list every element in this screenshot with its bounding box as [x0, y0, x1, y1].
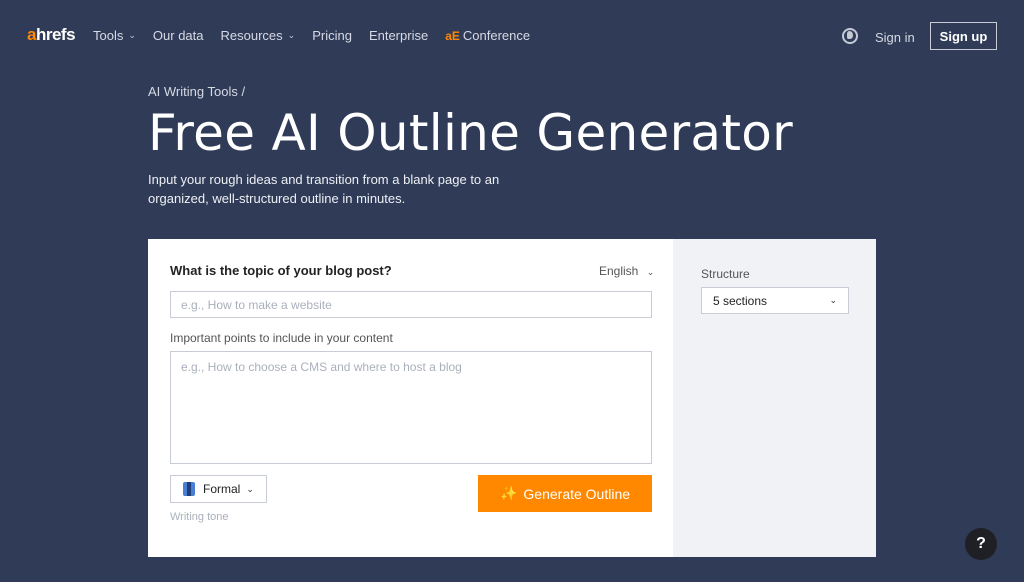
page-subtitle: Input your rough ideas and transition fr… [148, 172, 500, 206]
chevron-down-icon: ⌄ [829, 295, 837, 305]
generate-outline-button[interactable]: ✨ Generate Outline [478, 475, 652, 512]
nav-resources[interactable]: Resources ⌄ [221, 28, 296, 43]
sign-up-button[interactable]: Sign up [930, 22, 997, 50]
chevron-down-icon: ⌄ [646, 267, 655, 277]
points-textarea[interactable] [170, 351, 652, 464]
nav-pricing[interactable]: Pricing [312, 28, 352, 43]
globe-icon[interactable] [842, 28, 858, 44]
nav-conference[interactable]: aE Conference [445, 28, 530, 43]
nav-enterprise[interactable]: Enterprise [369, 28, 428, 43]
outline-generator-card: What is the topic of your blog post? Eng… [148, 239, 876, 557]
conference-icon: aE [445, 28, 460, 43]
necktie-icon [183, 482, 195, 496]
writing-tone-label: Writing tone [170, 511, 229, 523]
nav-tools[interactable]: Tools ⌄ [93, 28, 136, 43]
sparkle-icon: ✨ [499, 485, 518, 501]
page-title: Free AI Outline Generator [148, 104, 794, 162]
writing-tone-select[interactable]: Formal ⌄ [170, 475, 267, 503]
sign-in-link[interactable]: Sign in [875, 30, 915, 45]
topic-label: What is the topic of your blog post? [170, 263, 392, 278]
structure-label: Structure [701, 267, 750, 281]
nav-our-data[interactable]: Our data [153, 28, 204, 43]
language-select[interactable]: English ⌄ [599, 264, 654, 278]
chevron-down-icon: ⌄ [128, 30, 136, 40]
nav-links: Tools ⌄ Our data Resources ⌄ Pricing Enter… [93, 28, 547, 43]
chevron-down-icon: ⌄ [246, 483, 254, 494]
chevron-down-icon: ⌄ [287, 30, 296, 40]
topic-input[interactable] [170, 291, 652, 318]
structure-select[interactable]: 5 sections ⌄ [701, 287, 849, 314]
top-navigation: ahrefs Tools ⌄ Our data Resources ⌄ Pricin… [0, 0, 1024, 72]
ahrefs-logo[interactable]: ahrefs [27, 25, 76, 45]
breadcrumb[interactable]: AI Writing Tools / [148, 84, 245, 99]
help-button[interactable]: ? [965, 528, 997, 560]
points-label: Important points to include in your cont… [170, 331, 393, 345]
